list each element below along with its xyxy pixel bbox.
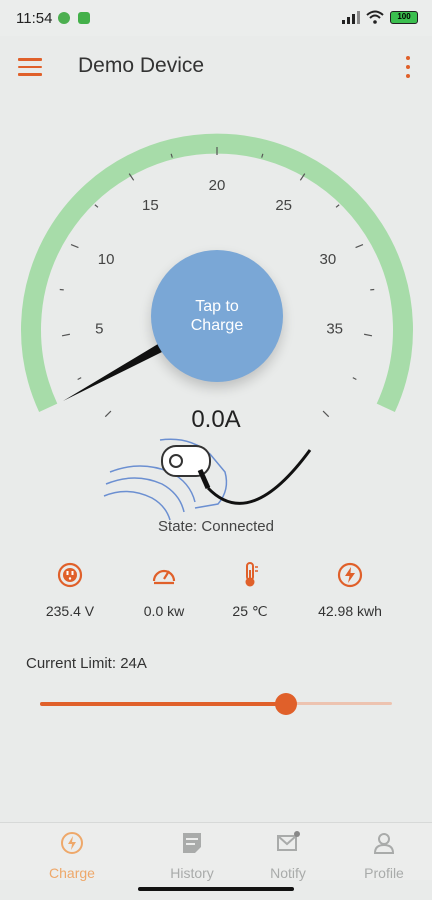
gauge-tick-label: 15 [142, 197, 159, 214]
nav-charge[interactable]: Charge [32, 831, 112, 881]
charge-icon [61, 832, 83, 854]
voltage-value: 235.4 V [45, 603, 95, 619]
gauge-tick [77, 377, 82, 381]
charging-plug-illustration [103, 438, 312, 521]
page-title: Demo Device [78, 54, 205, 77]
bottom-nav: Charge History Notify Profile [0, 822, 432, 881]
nav-charge-label: Charge [49, 865, 95, 881]
status-icons: 100 [342, 10, 418, 24]
gauge-tick-label: 35 [326, 320, 343, 337]
nav-notify[interactable]: Notify [248, 831, 328, 881]
nav-profile-label: Profile [364, 865, 404, 881]
more-options-icon[interactable] [404, 56, 412, 78]
slider-thumb[interactable] [275, 693, 298, 715]
energy-value: 42.98 kwh [318, 603, 382, 619]
gauge-needle [63, 344, 162, 401]
location-icon [58, 12, 70, 24]
temperature-stat: 25 ℃ [200, 562, 300, 620]
stats-row: 235.4 V 0.0 kw 25 ℃ 42.98 kwh [0, 562, 432, 622]
app-notification-icon [78, 12, 90, 24]
gauge-tick [364, 333, 373, 337]
mail-icon [277, 831, 300, 851]
status-time: 11:54 [16, 10, 53, 27]
current-reading: 0.0A [191, 406, 241, 433]
tap-to-charge-button[interactable]: Tap to Charge [151, 250, 283, 382]
gauge-tick-label: 10 [98, 251, 115, 268]
person-icon [373, 833, 395, 854]
gauge-tick [61, 333, 70, 337]
current-limit-slider[interactable] [40, 692, 392, 716]
gauge-tick-label: 20 [209, 177, 226, 194]
wifi-icon [366, 10, 384, 24]
gauge-tick [94, 204, 99, 208]
battery-icon: 100 [390, 10, 418, 24]
thermometer-icon [245, 562, 258, 587]
outlet-icon [57, 562, 83, 588]
nav-notify-label: Notify [270, 865, 306, 881]
gauge-tick-label: 25 [275, 197, 292, 214]
signal-icon [342, 10, 360, 24]
tap-to-charge-label-line2: Charge [190, 317, 244, 334]
gauge-tick-label: 5 [95, 320, 103, 337]
nav-history[interactable]: History [152, 831, 232, 881]
gauge-tick [70, 243, 79, 249]
current-limit-label: Current Limit: 24A [26, 655, 147, 672]
power-value: 0.0 kw [143, 603, 185, 619]
gauge-tick [355, 243, 364, 249]
power-stat: 0.0 kw [114, 562, 214, 619]
gauge-tick [335, 204, 340, 208]
lightning-icon [337, 562, 363, 588]
slider-fill [40, 701, 287, 706]
home-indicator [138, 887, 294, 891]
nav-profile[interactable]: Profile [344, 831, 424, 881]
status-bar: 11:54 100 [0, 0, 432, 36]
gauge-tick-label: 30 [320, 251, 337, 268]
voltage-stat: 235.4 V [20, 562, 120, 619]
app-bar: Demo Device [0, 36, 432, 98]
gauge-tick [352, 377, 357, 381]
speedometer-icon [152, 569, 176, 585]
nav-history-label: History [170, 865, 214, 881]
history-icon [183, 833, 201, 853]
tap-to-charge-label-line1: Tap to [195, 298, 239, 315]
energy-stat: 42.98 kwh [300, 562, 400, 619]
temperature-value: 25 ℃ [232, 603, 268, 619]
menu-icon[interactable] [18, 58, 42, 76]
connection-state: State: Connected [158, 518, 274, 535]
